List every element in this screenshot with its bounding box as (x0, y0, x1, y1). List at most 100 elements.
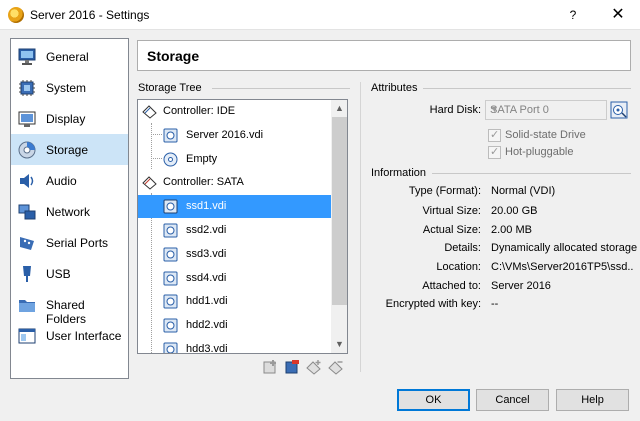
remove-attachment-icon[interactable] (328, 359, 344, 375)
monitor-icon (18, 48, 36, 65)
tree-controller-sata[interactable]: Controller: SATA (138, 171, 331, 194)
tree-scrollbar[interactable]: ▲ ▼ (331, 100, 347, 353)
info-label: Type (Format): (408, 185, 481, 197)
info-value: Dynamically allocated storage (491, 242, 638, 254)
page-title-text: Storage (147, 48, 200, 64)
category-shared-folders[interactable]: Shared Folders (11, 289, 128, 326)
category-label: Network (46, 205, 91, 219)
hot-pluggable-checkbox[interactable] (488, 145, 501, 159)
info-value: Normal (VDI) (491, 185, 556, 197)
hot-pluggable-label: Hot-pluggable (505, 146, 574, 158)
ide-controller-icon (142, 105, 157, 119)
hard-disk-icon (163, 318, 178, 333)
hard-disk-icon (163, 247, 178, 262)
window-icon (18, 328, 36, 344)
tree-item[interactable]: ssd2.vdi (138, 219, 331, 242)
info-label: Virtual Size: (422, 205, 482, 217)
virtualbox-icon (8, 7, 24, 23)
category-label: Display (46, 112, 86, 126)
cancel-button[interactable]: Cancel (476, 389, 549, 411)
close-icon[interactable]: ✕ (596, 0, 640, 30)
ok-button[interactable]: OK (397, 389, 470, 411)
chevron-down-icon: ▼ (490, 104, 499, 114)
hard-disk-icon (163, 294, 178, 309)
chip-icon (19, 80, 35, 96)
page-title: Storage (137, 40, 631, 71)
help-icon[interactable]: ? (551, 0, 595, 30)
hard-disk-label: Hard Disk: (429, 104, 481, 116)
category-system[interactable]: System (11, 72, 128, 103)
optical-disc-icon (163, 152, 178, 167)
category-serial-ports[interactable]: Serial Ports (11, 227, 128, 258)
choose-disk-icon[interactable] (610, 101, 628, 119)
group-divider (423, 88, 631, 89)
category-label: System (46, 81, 87, 95)
scroll-up-icon[interactable]: ▲ (331, 100, 347, 117)
category-audio[interactable]: Audio (11, 165, 128, 196)
category-usb[interactable]: USB (11, 258, 128, 289)
category-label: Serial Ports (46, 236, 109, 250)
network-icon (18, 204, 36, 220)
add-controller-icon[interactable] (262, 359, 278, 375)
category-label: Audio (46, 174, 77, 188)
category-label: User Interface (46, 329, 122, 343)
information-label: Information (371, 167, 427, 179)
category-storage[interactable]: Storage (11, 134, 128, 165)
title-bar: Server 2016 - Settings ? ✕ (0, 0, 640, 30)
tree-item[interactable]: hdd2.vdi (138, 314, 331, 337)
usb-icon (23, 266, 31, 282)
help-button[interactable]: Help (556, 389, 629, 411)
serial-port-icon (20, 237, 34, 250)
folder-icon (19, 300, 35, 312)
storage-tree[interactable]: Controller: IDE Server 2016.vdi Empty Co… (137, 99, 348, 354)
tree-controller-ide[interactable]: Controller: IDE (138, 100, 331, 123)
tree-item[interactable]: ssd4.vdi (138, 267, 331, 290)
hard-disk-icon (163, 199, 178, 214)
category-label: General (46, 50, 89, 64)
tree-item[interactable]: hdd1.vdi (138, 290, 331, 313)
panel-divider (360, 82, 361, 372)
scroll-down-icon[interactable]: ▼ (331, 336, 347, 353)
info-label: Location: (436, 261, 481, 273)
category-display[interactable]: Display (11, 103, 128, 134)
tree-item[interactable]: Empty (138, 148, 331, 171)
sata-controller-icon (142, 176, 157, 190)
category-network[interactable]: Network (11, 196, 128, 227)
add-attachment-icon[interactable] (306, 359, 322, 375)
category-user-interface[interactable]: User Interface (11, 320, 128, 351)
category-label: USB (46, 267, 71, 281)
disk-icon (18, 141, 36, 159)
display-icon (18, 111, 36, 127)
hard-disk-icon (163, 223, 178, 238)
group-divider (212, 88, 350, 89)
category-label: Storage (46, 143, 89, 157)
info-label: Details: (444, 242, 481, 254)
storage-tree-label: Storage Tree (138, 82, 202, 94)
solid-state-checkbox[interactable] (488, 128, 501, 142)
group-divider (432, 173, 631, 174)
tree-item[interactable]: ssd3.vdi (138, 243, 331, 266)
hard-disk-select[interactable]: SATA Port 0 ▼ (485, 100, 607, 120)
tree-item-selected[interactable]: ssd1.vdi (138, 195, 331, 218)
info-value: -- (491, 298, 499, 310)
scroll-thumb[interactable] (332, 117, 347, 305)
tree-item[interactable]: Server 2016.vdi (138, 124, 331, 147)
hard-disk-icon (163, 128, 178, 143)
remove-controller-icon[interactable] (284, 359, 300, 375)
hard-disk-icon (163, 342, 178, 353)
info-label: Attached to: (422, 280, 481, 292)
info-label: Actual Size: (422, 224, 481, 236)
tree-item[interactable]: hdd3.vdi (138, 338, 331, 353)
speaker-icon (20, 174, 34, 188)
info-value: Server 2016 (491, 280, 551, 292)
attributes-label: Attributes (371, 82, 418, 94)
window-title: Server 2016 - Settings (30, 8, 150, 22)
category-list: General System Display Storage Audio Net… (10, 38, 129, 379)
info-value: 2.00 MB (491, 224, 532, 236)
info-label: Encrypted with key: (385, 298, 481, 310)
hard-disk-icon (163, 271, 178, 286)
info-value: 20.00 GB (491, 205, 538, 217)
category-general[interactable]: General (11, 41, 128, 72)
info-value: C:\VMs\Server2016TP5\ssd... (491, 261, 633, 273)
solid-state-label: Solid-state Drive (505, 129, 586, 141)
